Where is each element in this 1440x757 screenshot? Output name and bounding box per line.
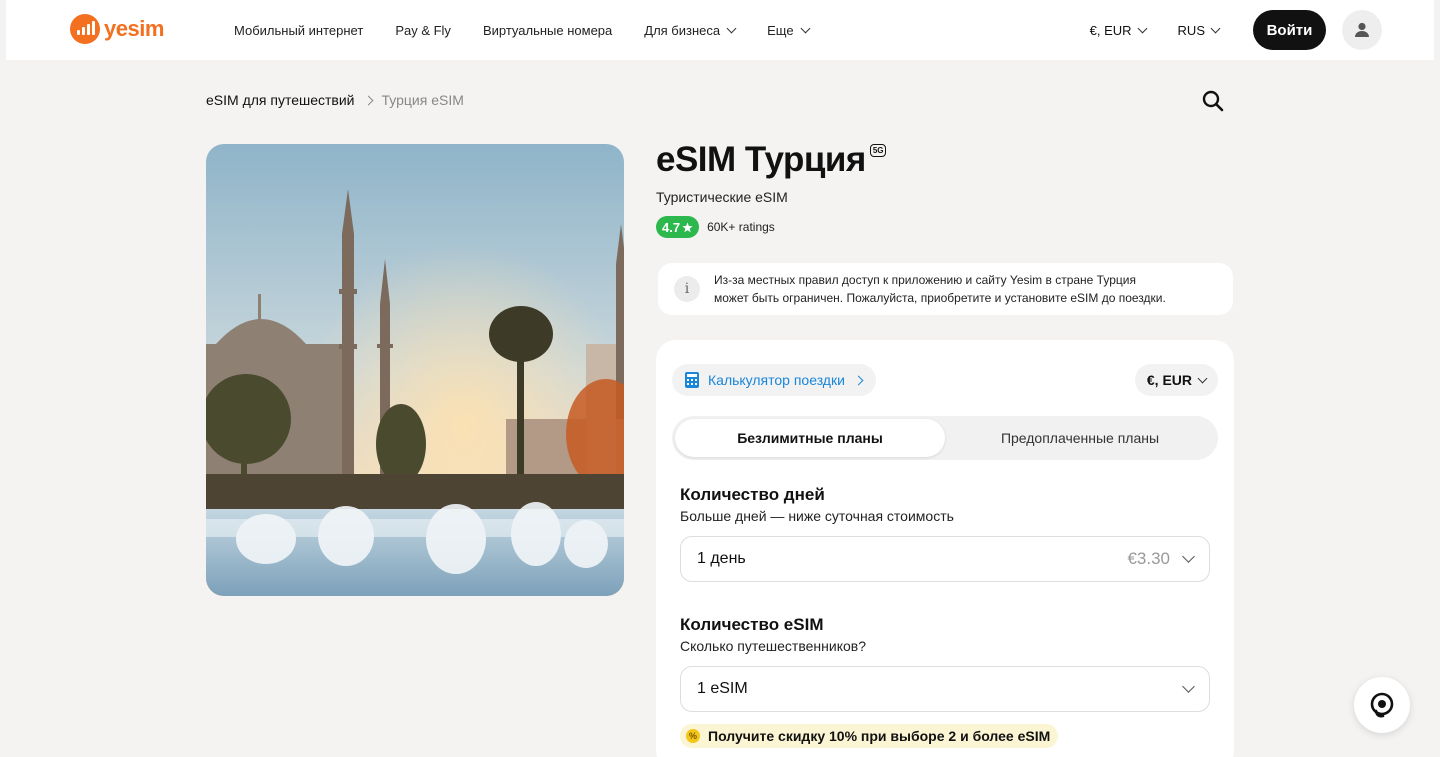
login-button[interactable]: Войти — [1253, 10, 1326, 50]
rating: 4.7 60K+ ratings — [656, 216, 775, 238]
product-title-row: eSIM Турция 5G — [656, 140, 887, 180]
search-button[interactable] — [1201, 89, 1225, 113]
header-actions: €, EUR RUS Войти — [1090, 10, 1382, 50]
nav-pay-fly[interactable]: Pay & Fly — [395, 23, 451, 38]
breadcrumb: eSIM для путешествий Турция eSIM — [206, 92, 464, 108]
chevron-down-icon — [800, 23, 811, 33]
nav-business[interactable]: Для бизнеса — [644, 22, 737, 38]
chevron-down-icon — [1182, 550, 1195, 563]
chevron-down-icon — [1182, 680, 1195, 693]
info-icon: i — [674, 276, 700, 302]
currency-label: €, EUR — [1146, 372, 1192, 388]
card-currency-selector[interactable]: €, EUR — [1134, 364, 1218, 396]
plan-type-tabs: Безлимитные планы Предоплаченные планы — [672, 416, 1218, 460]
esim-section-title: Количество eSIM — [680, 615, 824, 634]
trip-calculator-button[interactable]: Калькулятор поездки — [672, 364, 876, 396]
main-nav: Мобильный интернет Pay & Fly Виртуальные… — [234, 0, 811, 60]
breadcrumb-parent-link[interactable]: eSIM для путешествий — [206, 92, 355, 108]
tab-prepaid-plans[interactable]: Предоплаченные планы — [945, 419, 1215, 457]
chevron-right-icon — [363, 95, 373, 105]
chevron-down-icon — [726, 23, 737, 33]
discount-promo: % Получите скидку 10% при выборе 2 и бол… — [680, 724, 1059, 748]
user-avatar-button[interactable] — [1342, 10, 1382, 50]
nav-label: Мобильный интернет — [234, 22, 364, 38]
days-section-subtitle: Больше дней — ниже суточная стоимость — [680, 508, 954, 524]
chevron-down-icon — [1210, 23, 1221, 33]
notice-line: Из-за местных правил доступ к приложению… — [714, 273, 1136, 287]
tab-unlimited-plans[interactable]: Безлимитные планы — [675, 419, 945, 457]
support-chat-button[interactable] — [1354, 677, 1410, 733]
breadcrumb-current: Турция eSIM — [381, 92, 464, 108]
destination-photo — [206, 144, 624, 596]
language-label: RUS — [1177, 22, 1205, 38]
nav-virtual-numbers[interactable]: Виртуальные номера — [483, 23, 612, 38]
nav-mobile-internet[interactable]: Мобильный интернет — [234, 23, 363, 38]
nav-label: Виртуальные номера — [482, 22, 613, 38]
calculator-icon — [685, 372, 699, 388]
rating-badge: 4.7 — [656, 216, 700, 238]
nav-more[interactable]: Еще — [767, 22, 811, 38]
user-icon — [1355, 22, 1369, 37]
promo-text: Получите скидку 10% при выборе 2 и более… — [708, 728, 1051, 744]
nav-label: Для бизнеса — [644, 22, 721, 38]
esim-section-subtitle: Сколько путешественников? — [680, 638, 866, 654]
restriction-notice: i Из-за местных правил доступ к приложен… — [658, 263, 1233, 315]
chevron-down-icon — [1137, 23, 1147, 33]
nav-label: Еще — [767, 22, 794, 38]
logo[interactable]: yesim — [70, 14, 164, 44]
product-subtitle: Туристические eSIM — [656, 189, 788, 205]
days-section-title: Количество дней — [680, 485, 825, 504]
chevron-right-icon — [853, 375, 864, 385]
esim-count-value: 1 eSIM — [697, 680, 748, 697]
search-icon — [1202, 90, 1224, 112]
plan-card: Калькулятор поездки €, EUR Безлимитные п… — [656, 340, 1234, 757]
logo-text: yesim — [104, 16, 164, 41]
chevron-down-icon — [1197, 373, 1208, 383]
notice-text: Из-за местных правил доступ к приложению… — [714, 271, 1166, 307]
rating-value: 4.7 — [662, 219, 681, 235]
notice-line: может быть ограничен. Пожалуйста, приобр… — [714, 291, 1166, 305]
days-select[interactable]: 1 день €3.30 — [680, 536, 1210, 582]
calculator-label: Калькулятор поездки — [708, 372, 845, 388]
nav-label: Pay & Fly — [395, 22, 451, 38]
esim-count-select[interactable]: 1 eSIM — [680, 666, 1210, 712]
site-header: yesim Мобильный интернет Pay & Fly Вирту… — [6, 0, 1434, 60]
days-price: €3.30 — [1127, 549, 1170, 568]
discount-icon: % — [686, 729, 700, 743]
currency-label: €, EUR — [1089, 22, 1132, 38]
support-chat-icon — [1370, 692, 1394, 718]
days-value: 1 день — [697, 550, 746, 567]
rating-count: 60K+ ratings — [707, 220, 775, 234]
language-selector[interactable]: RUS — [1177, 22, 1221, 38]
logo-icon — [70, 14, 100, 44]
page-title: eSIM Турция — [656, 140, 866, 179]
currency-selector[interactable]: €, EUR — [1089, 22, 1147, 38]
star-icon — [682, 222, 693, 232]
network-badge: 5G — [869, 144, 887, 157]
